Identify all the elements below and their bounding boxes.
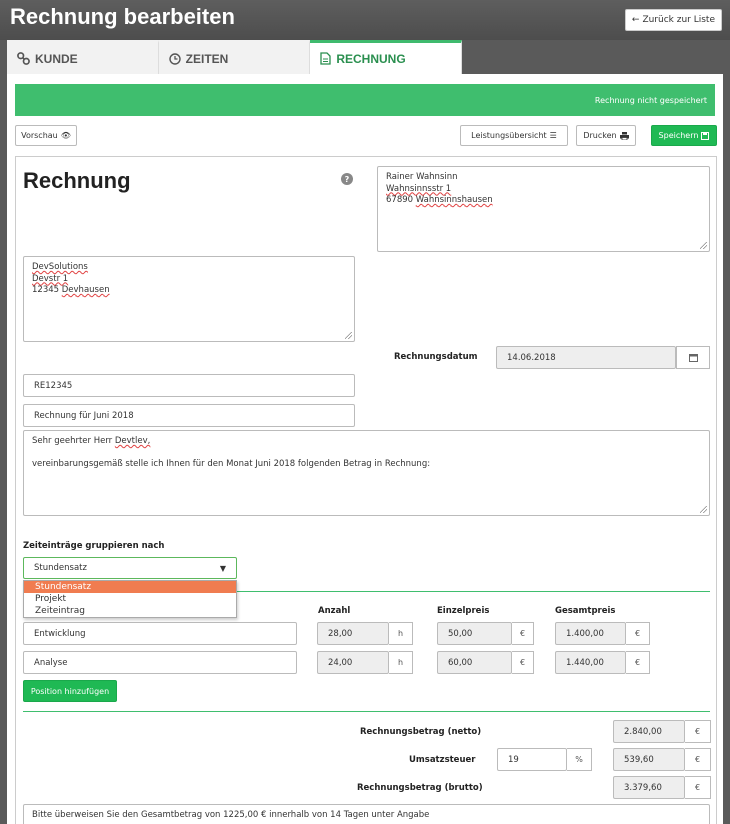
position-name-input[interactable]: Entwicklung (23, 622, 297, 645)
link-icon (17, 52, 30, 65)
invoice-intro-text[interactable]: Sehr geehrter Herr Devtlev, vereinbarung… (23, 430, 710, 516)
tab-kunde[interactable]: KUNDE (7, 40, 159, 74)
page-title: Rechnung bearbeiten (10, 4, 235, 29)
currency-addon: € (685, 748, 711, 771)
caret-down-icon: ▼ (219, 563, 226, 573)
position-total: 1.440,00 (555, 651, 626, 674)
back-to-list-button[interactable]: ← Zurück zur Liste (624, 9, 722, 31)
back-label: Zurück zur Liste (642, 15, 715, 25)
option-stundensatz[interactable]: Stundensatz (24, 581, 236, 593)
resize-handle[interactable] (700, 506, 707, 513)
divider (23, 711, 710, 712)
intro-body: vereinbarungsgemäß stelle ich Ihnen für … (32, 458, 431, 469)
save-label: Speichern (658, 131, 699, 140)
currency-addon: € (685, 776, 711, 799)
net-label: Rechnungsbetrag (netto) (360, 727, 482, 737)
preview-label: Vorschau (21, 131, 58, 140)
greeting: Sehr geehrter Herr (32, 436, 113, 446)
recipient-city: Wahnsinnshausen (415, 195, 493, 205)
invoice-number-input[interactable]: RE12345 (23, 374, 355, 397)
col-unit-price: Einzelpreis (437, 606, 490, 616)
col-total: Gesamtpreis (555, 606, 616, 616)
arrow-left-icon: ← (631, 15, 640, 25)
net-value: 2.840,00 (613, 720, 685, 743)
list-icon: ☰ (549, 131, 557, 140)
tab-label: RECHNUNG (336, 51, 406, 66)
tab-label: ZEITEN (185, 51, 229, 66)
help-icon[interactable]: ? (341, 173, 353, 185)
document-icon (320, 52, 331, 65)
unit-addon: h (389, 622, 413, 645)
closing-line: Bitte überweisen Sie den Gesamtbetrag vo… (32, 810, 430, 820)
calendar-icon (688, 354, 698, 362)
tab-bar: KUNDE ZEITEN RECHNUNG (7, 40, 463, 74)
status-bar: Rechnung nicht gespeichert (15, 84, 715, 116)
unit-addon: h (389, 651, 413, 674)
tab-zeiten[interactable]: ZEITEN (158, 40, 311, 74)
position-unit-price: 60,00 (437, 651, 512, 674)
invoice-date-label: Rechnungsdatum (394, 352, 478, 362)
printer-icon (619, 131, 629, 140)
tax-rate-input[interactable]: 19 (497, 748, 567, 771)
position-name-input[interactable]: Analyse (23, 651, 297, 674)
currency-addon: € (626, 622, 650, 645)
recipient-address[interactable]: Rainer Wahnsinn Wahnsinnsstr 1 67890 Wah… (377, 166, 710, 252)
invoice-heading: Rechnung (23, 168, 131, 193)
status-text: Rechnung nicht gespeichert (594, 95, 707, 105)
print-button[interactable]: Drucken (576, 125, 636, 146)
floppy-icon (701, 131, 710, 140)
sender-street: Devstr 1 (32, 273, 69, 284)
recipient-zip: 67890 (386, 195, 414, 205)
position-quantity: 24,00 (317, 651, 389, 674)
percent-addon: % (567, 748, 592, 771)
currency-addon: € (512, 651, 534, 674)
invoice-subject-input[interactable]: Rechnung für Juni 2018 (23, 404, 355, 427)
tab-rechnung[interactable]: RECHNUNG (310, 40, 463, 74)
gross-value: 3.379,60 (613, 776, 685, 799)
overview-label: Leistungsübersicht (471, 131, 547, 140)
resize-handle[interactable] (700, 242, 707, 249)
top-bar: Rechnung bearbeiten ← Zurück zur Liste (0, 0, 730, 40)
recipient-city-line: 67890 Wahnsinnshausen (386, 195, 701, 207)
eye-icon: 👁 (60, 131, 71, 140)
invoice-card: Rechnung ? Rainer Wahnsinn Wahnsinnsstr … (15, 156, 717, 824)
sender-zip: 12345 (32, 285, 60, 295)
greeting-name: Devtlev, (114, 436, 151, 446)
tab-label: KUNDE (35, 51, 78, 66)
resize-handle[interactable] (345, 332, 352, 339)
tax-value: 539,60 (613, 748, 685, 771)
sender-city: Devhausen (61, 285, 110, 295)
overview-button[interactable]: Leistungsübersicht ☰ (460, 125, 568, 146)
closing-text[interactable]: Bitte überweisen Sie den Gesamtbetrag vo… (23, 804, 710, 824)
currency-addon: € (512, 622, 534, 645)
add-position-button[interactable]: Position hinzufügen (23, 680, 117, 702)
recipient-street: Wahnsinnsstr 1 (386, 183, 452, 194)
col-quantity: Anzahl (318, 606, 351, 616)
calendar-button[interactable] (676, 346, 710, 369)
group-by-select[interactable]: Stundensatz ▼ (23, 557, 237, 579)
sender-city-line: 12345 Devhausen (32, 285, 346, 297)
sender-name: DevSolutions (32, 262, 88, 272)
group-by-dropdown: Stundensatz Projekt Zeiteintrag (23, 580, 237, 618)
currency-addon: € (626, 651, 650, 674)
tax-label: Umsatzsteuer (409, 755, 476, 765)
sender-address[interactable]: DevSolutions Devstr 1 12345 Devhausen (23, 256, 355, 342)
print-label: Drucken (583, 131, 617, 140)
greeting-line: Sehr geehrter Herr Devtlev, (32, 436, 701, 448)
position-quantity: 28,00 (317, 622, 389, 645)
recipient-name: Rainer Wahnsinn (386, 172, 458, 182)
gross-label: Rechnungsbetrag (brutto) (357, 783, 483, 793)
group-by-label: Zeiteinträge gruppieren nach (23, 541, 165, 551)
clock-icon (168, 52, 181, 65)
position-unit-price: 50,00 (437, 622, 512, 645)
group-by-value: Stundensatz (34, 563, 87, 573)
main-panel: Rechnung nicht gespeichert Vorschau 👁 Le… (7, 74, 723, 824)
position-total: 1.400,00 (555, 622, 626, 645)
currency-addon: € (685, 720, 711, 743)
option-projekt[interactable]: Projekt (24, 593, 236, 605)
preview-button[interactable]: Vorschau 👁 (15, 125, 77, 146)
invoice-date-input[interactable]: 14.06.2018 (496, 346, 676, 369)
option-zeiteintrag[interactable]: Zeiteintrag (24, 605, 236, 617)
save-button[interactable]: Speichern (651, 125, 717, 146)
